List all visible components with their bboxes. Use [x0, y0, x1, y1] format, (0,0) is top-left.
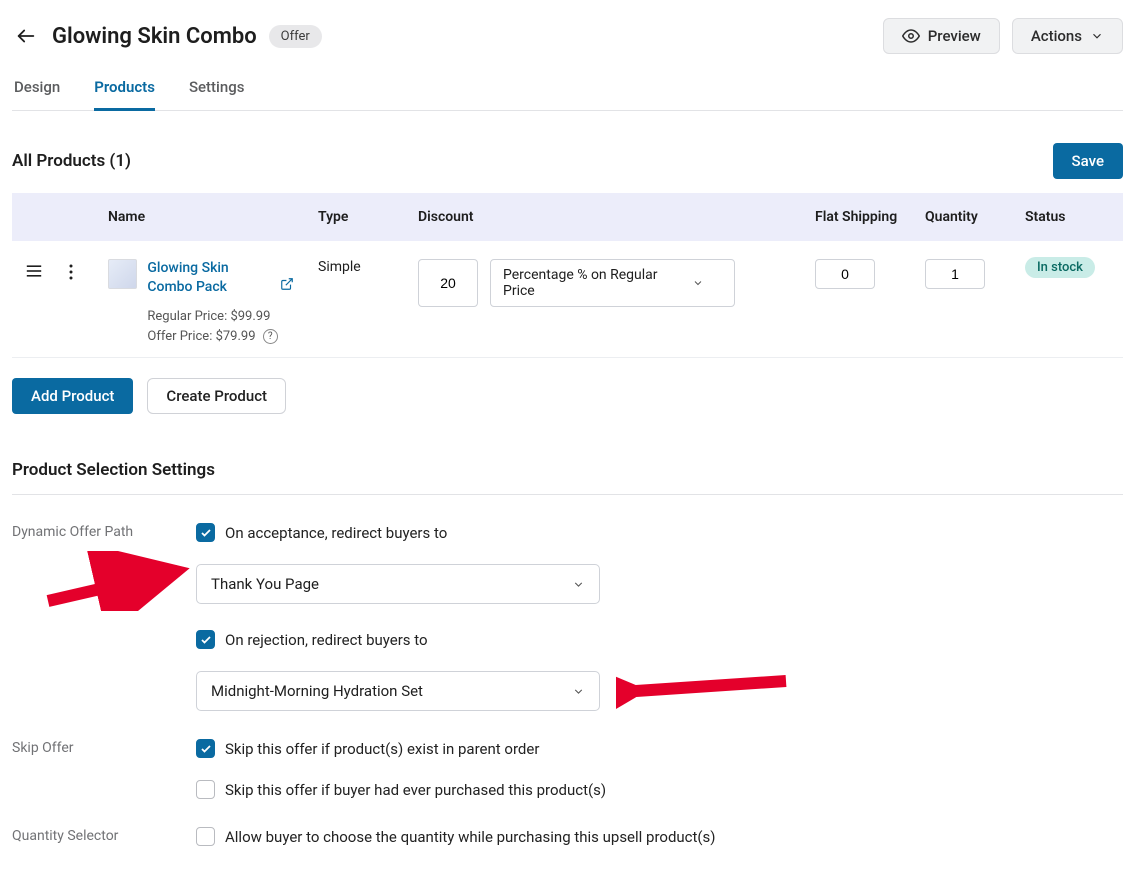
col-type: Type	[306, 193, 406, 241]
quantity-selector-checkbox[interactable]	[196, 827, 215, 846]
eye-icon	[902, 27, 920, 45]
actions-button[interactable]: Actions	[1012, 18, 1123, 54]
status-badge: In stock	[1025, 257, 1095, 278]
product-link[interactable]: Glowing Skin Combo Pack	[147, 259, 294, 297]
on-acceptance-checkbox[interactable]	[196, 523, 215, 542]
external-link-icon	[280, 277, 294, 291]
setting-quantity-selector: Quantity Selector Allow buyer to choose …	[12, 827, 1123, 846]
skip-purchased-label: Skip this offer if buyer had ever purcha…	[225, 781, 606, 799]
rejection-target-select[interactable]: Midnight-Morning Hydration Set	[196, 671, 600, 711]
product-action-row: Add Product Create Product	[12, 378, 1123, 414]
rejection-target-value: Midnight-Morning Hydration Set	[211, 682, 423, 700]
product-type: Simple	[306, 241, 406, 358]
on-rejection-row: On rejection, redirect buyers to	[196, 630, 1123, 649]
row-menu-button[interactable]	[68, 259, 74, 281]
check-icon	[200, 634, 212, 646]
flat-shipping-input[interactable]	[815, 259, 875, 289]
skip-parent-label: Skip this offer if product(s) exist in p…	[225, 740, 539, 758]
discount-type-select[interactable]: Percentage % on Regular Price	[490, 259, 735, 307]
product-meta: Regular Price: $99.99 Offer Price: $79.9…	[147, 307, 294, 347]
arrow-left-icon	[15, 25, 37, 47]
offer-price: Offer Price: $79.99	[147, 329, 255, 344]
product-table: Name Type Discount Flat Shipping Quantit…	[12, 193, 1123, 358]
chevron-down-icon	[1090, 29, 1104, 43]
header-right: Preview Actions	[883, 18, 1123, 54]
regular-price: Regular Price: $99.99	[147, 307, 294, 327]
offer-badge: Offer	[269, 25, 322, 48]
discount-type-value: Percentage % on Regular Price	[503, 267, 692, 299]
col-status: Status	[1013, 193, 1123, 241]
on-rejection-checkbox[interactable]	[196, 630, 215, 649]
save-button[interactable]: Save	[1053, 143, 1123, 179]
quantity-selector-text: Allow buyer to choose the quantity while…	[225, 828, 716, 846]
skip-parent-row: Skip this offer if product(s) exist in p…	[196, 739, 1123, 758]
help-icon[interactable]: ?	[263, 329, 278, 344]
discount-input[interactable]	[418, 259, 478, 307]
skip-purchased-checkbox[interactable]	[196, 780, 215, 799]
dynamic-offer-path-label: Dynamic Offer Path	[12, 523, 196, 540]
acceptance-target-select[interactable]: Thank You Page	[196, 564, 600, 604]
col-name: Name	[96, 193, 306, 241]
actions-label: Actions	[1031, 27, 1082, 45]
products-heading: All Products (1)	[12, 151, 131, 171]
col-discount: Discount	[406, 193, 803, 241]
quantity-selector-row: Allow buyer to choose the quantity while…	[196, 827, 1123, 846]
setting-skip-offer: Skip Offer Skip this offer if product(s)…	[12, 739, 1123, 799]
chevron-down-icon	[692, 277, 704, 289]
setting-dynamic-offer-path: Dynamic Offer Path On acceptance, redire…	[12, 523, 1123, 711]
tab-products[interactable]: Products	[94, 72, 155, 111]
add-product-button[interactable]: Add Product	[12, 378, 133, 414]
skip-offer-label: Skip Offer	[12, 739, 196, 756]
back-button[interactable]	[12, 22, 40, 50]
col-flat-shipping: Flat Shipping	[803, 193, 913, 241]
preview-button[interactable]: Preview	[883, 18, 1000, 54]
settings-heading: Product Selection Settings	[12, 460, 1123, 495]
table-row: Glowing Skin Combo Pack Regular Price: $…	[12, 241, 1123, 358]
tab-design[interactable]: Design	[14, 72, 60, 111]
header-left: Glowing Skin Combo Offer	[12, 22, 322, 50]
chevron-down-icon	[572, 685, 585, 698]
on-rejection-label: On rejection, redirect buyers to	[225, 631, 428, 649]
on-acceptance-row: On acceptance, redirect buyers to	[196, 523, 1123, 542]
chevron-down-icon	[572, 578, 585, 591]
skip-parent-checkbox[interactable]	[196, 739, 215, 758]
settings-grid: Dynamic Offer Path On acceptance, redire…	[12, 523, 1123, 846]
check-icon	[200, 527, 212, 539]
col-quantity: Quantity	[913, 193, 1013, 241]
dynamic-offer-path-content: On acceptance, redirect buyers to Thank …	[196, 523, 1123, 711]
quantity-selector-label: Quantity Selector	[12, 827, 196, 844]
annotation-arrow-left	[38, 551, 198, 611]
tabs: Design Products Settings	[12, 72, 1123, 111]
quantity-input[interactable]	[925, 259, 985, 289]
preview-label: Preview	[928, 27, 981, 45]
products-section-header: All Products (1) Save	[12, 143, 1123, 179]
tab-settings[interactable]: Settings	[189, 72, 245, 111]
product-name: Glowing Skin Combo Pack	[147, 259, 274, 297]
product-thumbnail	[108, 259, 137, 289]
check-icon	[200, 743, 212, 755]
drag-handle-icon[interactable]	[24, 259, 44, 279]
create-product-button[interactable]: Create Product	[147, 378, 286, 414]
acceptance-target-value: Thank You Page	[211, 575, 319, 593]
on-acceptance-label: On acceptance, redirect buyers to	[225, 524, 447, 542]
page-header: Glowing Skin Combo Offer Preview Actions	[12, 10, 1123, 72]
skip-purchased-row: Skip this offer if buyer had ever purcha…	[196, 780, 1123, 799]
page-title: Glowing Skin Combo	[52, 24, 257, 49]
annotation-arrow-right	[616, 663, 796, 713]
